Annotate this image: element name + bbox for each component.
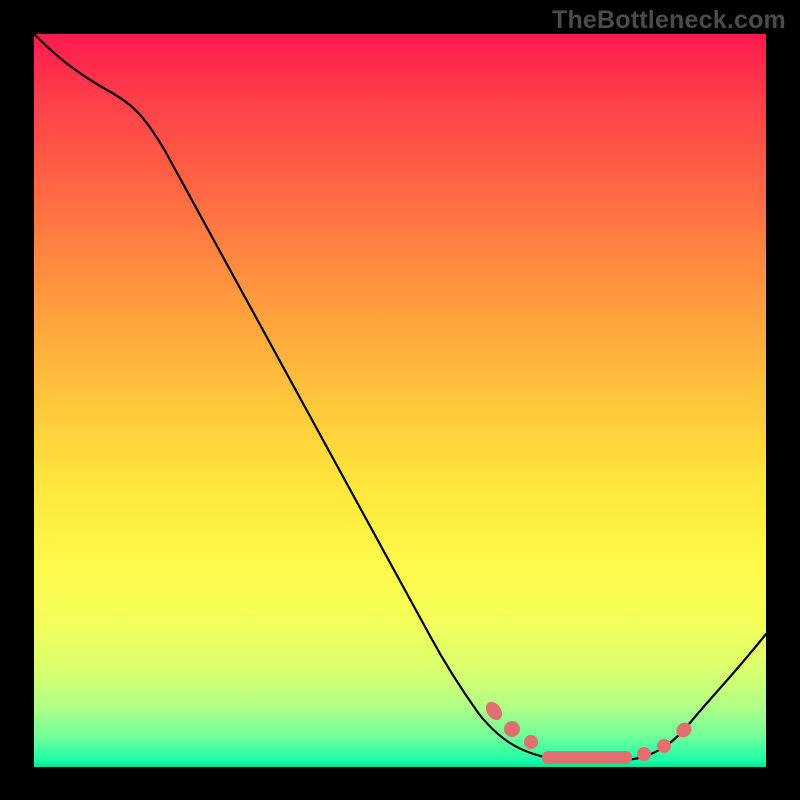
marker-bead [524, 735, 538, 749]
marker-bead [637, 747, 651, 761]
marker-bead [504, 721, 520, 737]
plot-area [34, 34, 766, 767]
bottleneck-curve [34, 34, 766, 763]
marker-bead-bar [542, 751, 632, 764]
chart-overlay [34, 34, 766, 767]
marker-group [483, 699, 695, 764]
marker-bead [657, 739, 671, 753]
marker-bead [483, 699, 506, 723]
chart-frame: TheBottleneck.com [0, 0, 800, 800]
watermark-text: TheBottleneck.com [552, 6, 786, 35]
